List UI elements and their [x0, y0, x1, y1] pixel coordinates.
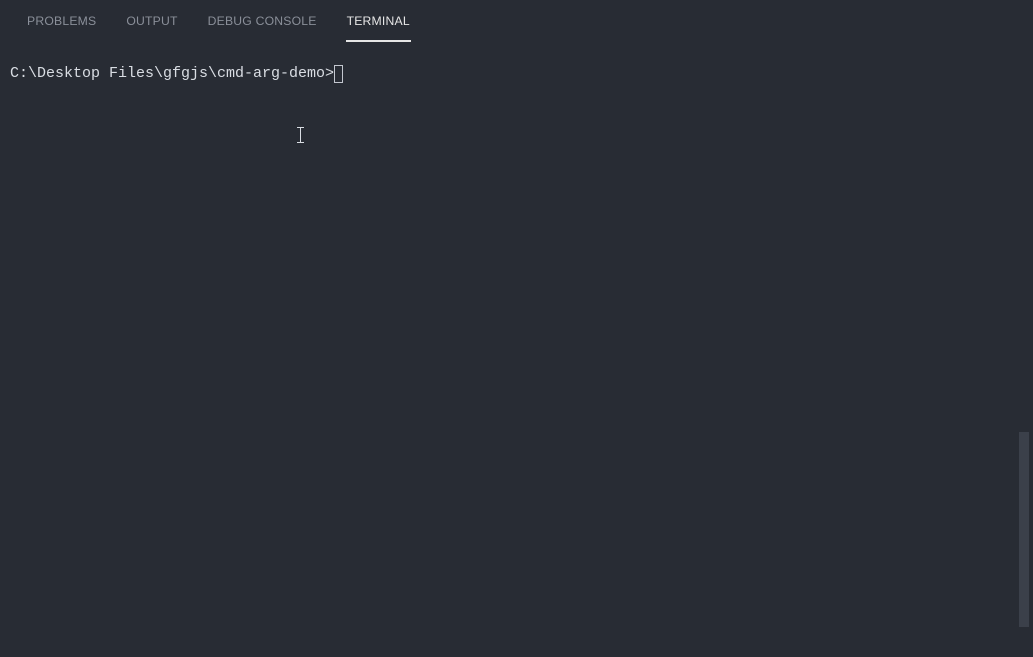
panel-tab-bar: PROBLEMS OUTPUT DEBUG CONSOLE TERMINAL: [0, 0, 1033, 42]
terminal-panel[interactable]: C:\Desktop Files\gfgjs\cmd-arg-demo>: [0, 42, 1033, 93]
tab-label: OUTPUT: [126, 14, 177, 28]
tab-debug-console[interactable]: DEBUG CONSOLE: [193, 0, 332, 42]
tab-label: DEBUG CONSOLE: [208, 14, 317, 28]
tab-output[interactable]: OUTPUT: [111, 0, 192, 42]
terminal-cursor: [334, 65, 343, 83]
tab-label: PROBLEMS: [27, 14, 96, 28]
terminal-prompt: C:\Desktop Files\gfgjs\cmd-arg-demo>: [10, 64, 334, 83]
tab-terminal[interactable]: TERMINAL: [332, 0, 425, 42]
vertical-scrollbar[interactable]: [1019, 432, 1029, 627]
terminal-prompt-line: C:\Desktop Files\gfgjs\cmd-arg-demo>: [10, 64, 1023, 83]
text-cursor-icon: [300, 127, 301, 143]
tab-problems[interactable]: PROBLEMS: [12, 0, 111, 42]
tab-label: TERMINAL: [347, 14, 410, 28]
